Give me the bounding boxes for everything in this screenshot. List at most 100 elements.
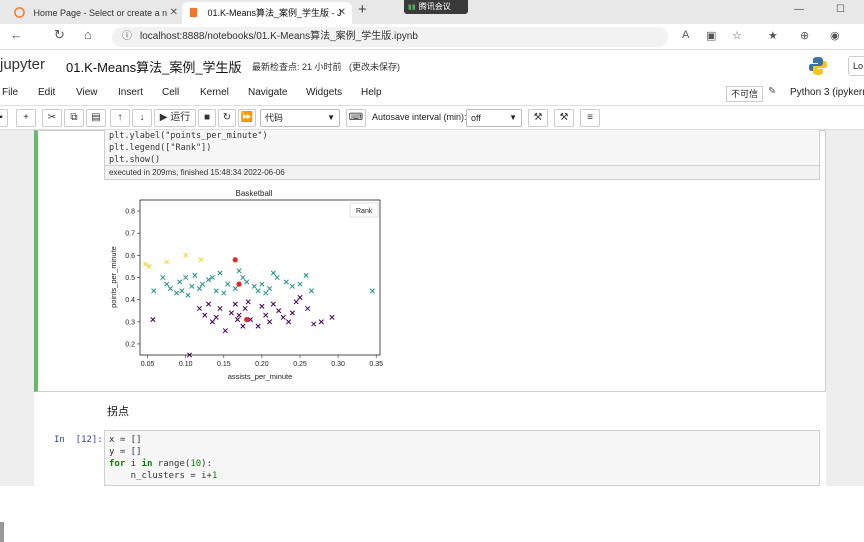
notebook-toolbar: ▪ + ✂ ⧉ ▤ ↑ ↓ ▶ 运行 ■ ↻ ⏩ 代码 ▼ ⌨ Autosave … [0,106,864,130]
browser-tab-strip: Home Page - Select or create a n ✕ 01.K-… [0,0,864,24]
menu-help[interactable]: Help [361,87,382,98]
meeting-indicator: ▮▮ 腾讯会议 [404,0,468,14]
markdown-cell[interactable]: 拐点 [107,403,129,419]
menu-file[interactable]: File [2,87,18,98]
code-line: for i in range(10): [109,459,212,469]
cell-type-select[interactable]: 代码 ▼ [260,109,340,127]
x-axis-label: assists_per_minute [228,372,293,381]
url-field[interactable]: ⓘ localhost:8888/notebooks/01.K-Means算法_案… [112,27,668,47]
logout-button[interactable]: Lo [848,56,864,76]
close-icon[interactable]: ✕ [338,4,346,22]
collections-icon[interactable]: ⊕ [800,29,809,42]
url-text: localhost:8888/notebooks/01.K-Means算法_案例… [140,31,418,42]
run-button[interactable]: ▶ 运行 [154,109,196,127]
chevron-down-icon: ▼ [327,113,335,122]
tab-title: Home Page - Select or create a n [33,8,168,18]
autosave-label: Autosave interval (min): [372,112,467,122]
jupyter-logo[interactable]: jupyter [0,56,45,73]
menu-kernel[interactable]: Kernel [200,87,229,98]
menu-widgets[interactable]: Widgets [306,87,342,98]
x-tick-label: 0.10 [179,361,193,368]
x-tick-label: 0.25 [293,361,307,368]
address-bar-row: ← ↻ ⌂ ⓘ localhost:8888/notebooks/01.K-Mea… [0,24,864,50]
menu-edit[interactable]: Edit [38,87,55,98]
chart-title: Basketball [236,189,273,198]
home-icon[interactable]: ⌂ [84,27,92,42]
cut-icon[interactable]: ✂ [42,109,62,127]
y-axis-label: points_per_minute [109,246,118,308]
cell-type-value: 代码 [265,113,284,123]
jupyter-favicon-icon [14,7,25,18]
move-up-icon[interactable]: ↑ [110,109,130,127]
y-tick-label: 0.2 [125,341,135,348]
code-line: plt.legend(["Rank"]) [109,143,212,153]
insert-cell-icon[interactable]: + [16,109,36,127]
autosave-value: off [471,113,481,123]
centroid-point [232,257,238,263]
close-icon[interactable]: ✕ [170,4,178,22]
paste-icon[interactable]: ▤ [86,109,106,127]
new-tab-button[interactable]: + [358,1,367,18]
code-line: y = [] [109,447,142,457]
app-icon[interactable]: ▣ [706,29,716,42]
notebook-title[interactable]: 01.K-Means算法_案例_学生版 [66,57,242,76]
signal-icon: ▮▮ [408,4,416,11]
refresh-icon[interactable]: ↻ [54,27,65,43]
info-icon: ⓘ [122,31,132,42]
scatter-plot: Basketball 0.2 0.3 0.4 0.5 0.6 0.7 0.8 0.05 0.1… [109,189,383,381]
y-tick-label: 0.4 [125,297,135,304]
y-tick-label: 0.3 [125,319,135,326]
centroid-point [236,281,242,287]
tab-home-page[interactable]: Home Page - Select or create a n ✕ [8,2,184,24]
read-aloud-icon[interactable]: A [682,29,689,41]
unsaved-text: (更改未保存) [349,62,401,72]
restart-run-all-icon[interactable]: ⏩ [238,109,256,127]
menu-bar: File Edit View Insert Cell Kernel Naviga… [0,82,864,106]
stop-icon[interactable]: ■ [198,109,216,127]
x-tick-label: 0.30 [331,361,345,368]
copy-icon[interactable]: ⧉ [64,109,84,127]
centroid-point [244,316,250,323]
favorite-icon[interactable]: ☆ [732,29,742,42]
tab-title: 01.K-Means算法_案例_学生版 - J [207,8,342,18]
hammer-icon[interactable]: ⚒ [528,109,548,127]
x-tick-label: 0.35 [369,361,383,368]
edit-icon[interactable]: ✎ [768,86,776,97]
chevron-down-icon: ▼ [509,113,517,122]
code-editor[interactable]: plt.ylabel("points_per_minute") plt.lege… [104,130,820,166]
menu-navigate[interactable]: Navigate [248,87,287,98]
code-line: plt.ylabel("points_per_minute") [109,131,268,141]
move-down-icon[interactable]: ↓ [132,109,152,127]
tab-notebook[interactable]: 01.K-Means算法_案例_学生版 - J ✕ [182,2,352,24]
code-line: n_clusters = i+1 [109,471,218,481]
execution-info: executed in 209ms, finished 15:48:34 202… [104,166,820,180]
y-tick-label: 0.8 [125,209,135,216]
minimize-icon[interactable]: — [794,4,804,15]
list-icon[interactable]: ≡ [580,109,600,127]
chart-legend: Rank [349,202,379,218]
trusted-badge[interactable]: 不可信 [726,86,764,102]
restart-icon[interactable]: ↻ [218,109,236,127]
menu-cell[interactable]: Cell [162,87,179,98]
maximize-icon[interactable]: ☐ [836,4,845,15]
save-icon[interactable]: ▪ [0,109,8,127]
plot-frame [139,199,381,356]
tool-icon[interactable]: ⚒ [554,109,574,127]
x-tick-label: 0.20 [255,361,269,368]
extension-icon[interactable]: ◉ [830,29,840,42]
meeting-label: 腾讯会议 [418,2,451,11]
checkpoint-text: 最新检查点: 21 小时前 [252,62,342,72]
code-line: plt.show() [109,155,161,165]
menu-view[interactable]: View [76,87,98,98]
notebook-area: plt.ylabel("points_per_minute") plt.lege… [0,130,864,542]
keyboard-icon[interactable]: ⌨ [346,109,366,127]
run-label: 运行 [170,112,191,123]
back-icon[interactable]: ← [10,27,23,42]
menu-insert[interactable]: Insert [118,87,143,98]
kernel-indicator[interactable]: Python 3 (ipykerne [790,87,864,98]
scrollbar-thumb[interactable] [0,522,4,542]
code-line: x = [] [109,435,142,445]
favorites-icon[interactable]: ★ [768,29,778,42]
autosave-select[interactable]: off ▼ [466,109,522,127]
code-editor-2[interactable]: x = [] y = [] for i in range(10): n_cluste… [104,430,820,486]
